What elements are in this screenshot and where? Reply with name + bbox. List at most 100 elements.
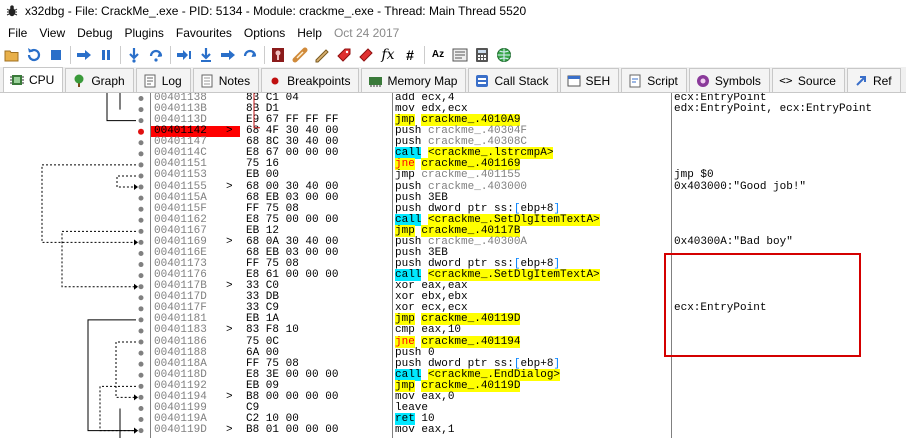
opcode-bytes: B8 01 00 00 00 xyxy=(246,424,339,437)
stop-icon[interactable] xyxy=(47,46,65,64)
step-over-icon[interactable] xyxy=(147,46,165,64)
toolbar: fx # Aᴢ xyxy=(0,43,906,67)
build-date: Oct 24 2017 xyxy=(333,25,400,40)
tab-call-stack[interactable]: Call Stack xyxy=(468,68,558,92)
comment: 0x403000:"Good job!" xyxy=(674,180,807,193)
address: 00401155 xyxy=(154,180,207,193)
mnemonic: call xyxy=(395,213,422,226)
tab-source[interactable]: <> Source xyxy=(771,68,845,92)
restart-icon[interactable] xyxy=(25,46,43,64)
symbols-icon xyxy=(696,74,710,88)
instruction-row[interactable]: 0040119D > B8 01 00 00 00 mov eax,1 xyxy=(0,425,906,436)
operands: dword ptr ss:[ebp+8] xyxy=(428,357,561,370)
tab-notes[interactable]: Notes xyxy=(192,68,260,92)
eip-jump-line xyxy=(253,93,260,129)
labels-icon[interactable] xyxy=(335,46,353,64)
address: 00401183 xyxy=(154,324,207,337)
breakpoint-dot-icon xyxy=(268,74,282,88)
tab-seh[interactable]: SEH xyxy=(559,68,620,92)
source-icon: <> xyxy=(779,74,793,87)
opcode-bytes: 75 0C xyxy=(246,335,280,348)
tab-label: SEH xyxy=(585,73,611,88)
opcode-bytes: 6A 00 xyxy=(246,346,280,359)
graph-icon xyxy=(72,74,86,88)
instruction-row[interactable]: 00401194 > B8 00 00 00 00 mov eax,0 xyxy=(0,390,906,403)
opcode-bytes: 68 EB 03 00 00 xyxy=(246,191,339,204)
tab-label: CPU xyxy=(29,73,55,87)
menu-plugins[interactable]: Plugins xyxy=(119,26,170,40)
tab-label: Breakpoints xyxy=(287,73,351,88)
functions-icon[interactable]: fx xyxy=(379,46,397,64)
operands: eax,10 xyxy=(421,324,462,337)
tab-label: Script xyxy=(647,73,678,88)
cpu-icon xyxy=(10,73,24,87)
tab-memory-map[interactable]: Memory Map xyxy=(361,68,467,92)
tab-script[interactable]: Script xyxy=(621,68,687,92)
operands: crackme_.401194 xyxy=(421,335,521,348)
jump-target-marker: > xyxy=(226,390,233,403)
scylla-icon[interactable] xyxy=(269,46,287,64)
menu-options[interactable]: Options xyxy=(238,26,291,40)
toolbar-separator xyxy=(70,46,71,64)
title-bar: x32dbg - File: CrackMe_.exe - PID: 5134 … xyxy=(0,0,906,22)
strings-icon[interactable] xyxy=(451,46,469,64)
jump-target-marker: > xyxy=(226,235,233,248)
tab-label: Ref xyxy=(872,73,892,88)
mnemonic: push xyxy=(395,202,422,215)
disassembly-view[interactable]: 00401138 83 C1 04 add ecx,4 ecx:EntryPoint 0… xyxy=(0,93,906,438)
globe-icon[interactable] xyxy=(495,46,513,64)
execute-till-return-icon[interactable] xyxy=(219,46,237,64)
toolbar-separator xyxy=(424,46,425,64)
instruction-row[interactable]: 00401199 C9 leave xyxy=(0,402,906,414)
menu-favourites[interactable]: Favourites xyxy=(170,26,238,40)
trace-into-icon[interactable] xyxy=(175,46,193,64)
font-icon[interactable]: Aᴢ xyxy=(429,46,447,64)
instruction: cmp eax,10 xyxy=(395,325,461,336)
menu-help[interactable]: Help xyxy=(291,26,328,40)
trace-over-icon[interactable] xyxy=(197,46,215,64)
address: 00401153 xyxy=(154,169,207,182)
open-folder-icon[interactable] xyxy=(3,46,21,64)
mnemonic: mov xyxy=(395,424,415,437)
menu-view[interactable]: View xyxy=(33,26,71,40)
mnemonic: call xyxy=(395,368,422,381)
operands: eax,1 xyxy=(421,424,455,437)
tab-references[interactable]: Ref xyxy=(846,68,901,92)
run-icon[interactable] xyxy=(75,46,93,64)
instruction-row[interactable]: 00401155 >68 00 30 40 00 push crackme_.403… xyxy=(0,180,906,193)
hash-icon[interactable]: # xyxy=(401,46,419,64)
opcode-bytes: B8 00 00 00 00 xyxy=(246,390,339,403)
calculator-icon[interactable] xyxy=(473,46,491,64)
bookmarks-icon[interactable] xyxy=(357,46,375,64)
tab-graph[interactable]: Graph xyxy=(65,68,134,92)
operands: dword ptr ss:[ebp+8] xyxy=(428,202,561,215)
comment: edx:EntryPoint, ecx:EntryPoint xyxy=(674,103,873,116)
run-to-user-code-icon[interactable] xyxy=(241,46,259,64)
pause-icon[interactable] xyxy=(97,46,115,64)
address: 00401186 xyxy=(154,335,207,348)
tab-label: Memory Map xyxy=(387,73,458,88)
tab-label: Graph xyxy=(91,73,125,88)
opcode-bytes: EB 00 xyxy=(246,169,280,182)
address: 0040115A xyxy=(154,191,207,204)
tab-cpu[interactable]: CPU xyxy=(3,67,64,92)
jump-target-marker: > xyxy=(226,280,233,293)
mnemonic: cmp xyxy=(395,324,415,337)
toolbar-separator xyxy=(120,46,121,64)
instruction-row[interactable]: 00401169 >68 0A 30 40 00 push crackme_.403… xyxy=(0,235,906,248)
call-stack-icon xyxy=(475,74,489,88)
tab-breakpoints[interactable]: Breakpoints xyxy=(261,68,360,92)
memory-map-icon xyxy=(368,74,383,88)
eip-jump-indicator xyxy=(253,93,260,129)
comments-icon[interactable] xyxy=(313,46,331,64)
opcode-bytes: 68 00 30 40 00 xyxy=(246,180,339,193)
patch-icon[interactable] xyxy=(291,46,309,64)
step-into-icon[interactable] xyxy=(125,46,143,64)
menu-debug[interactable]: Debug xyxy=(71,26,118,40)
tab-symbols[interactable]: Symbols xyxy=(688,68,770,92)
toolbar-separator xyxy=(170,46,171,64)
menu-file[interactable]: File xyxy=(2,26,33,40)
tab-log[interactable]: Log xyxy=(135,68,191,92)
seh-icon xyxy=(567,74,581,88)
tab-label: Call Stack xyxy=(494,73,549,88)
